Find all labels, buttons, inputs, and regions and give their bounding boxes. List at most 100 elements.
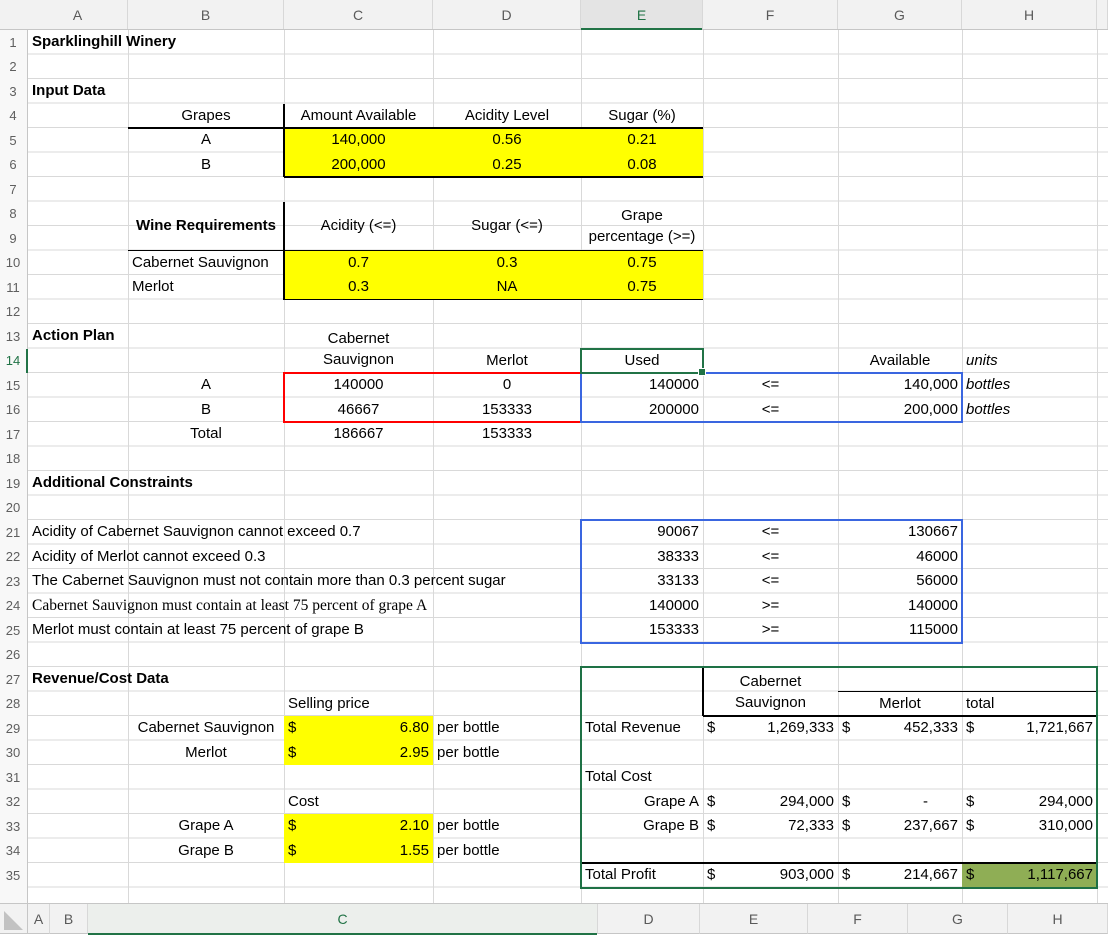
cell-E29[interactable]: Total Revenue	[581, 716, 703, 741]
cell-E16[interactable]: 200000	[581, 398, 703, 423]
cell-D16[interactable]: 153333	[433, 398, 581, 423]
row-header-7[interactable]: 7	[0, 177, 26, 202]
cell-D5[interactable]: 0.56	[433, 128, 581, 153]
cell-C30[interactable]: $2.95	[284, 740, 433, 765]
bottom-column-header-E[interactable]: E	[700, 904, 808, 934]
cell-B33[interactable]: Grape A	[128, 814, 284, 839]
bottom-column-header-G[interactable]: G	[908, 904, 1008, 934]
cell-D17[interactable]: 153333	[433, 422, 581, 447]
cell-A3[interactable]: Input Data	[28, 79, 109, 104]
cell-G33[interactable]: $237,667	[838, 814, 962, 839]
cell-G24[interactable]: 140000	[838, 594, 962, 619]
cell-F23[interactable]: <=	[703, 569, 838, 594]
cell-D33[interactable]: per bottle	[433, 814, 581, 839]
cell-C17[interactable]: 186667	[284, 422, 433, 447]
cell-E4[interactable]: Sugar (%)	[581, 104, 703, 129]
cell-B16[interactable]: B	[128, 398, 284, 423]
row-header-2[interactable]: 2	[0, 55, 26, 80]
row-header-20[interactable]: 20	[0, 496, 26, 521]
cell-B8[interactable]: Wine Requirements	[128, 202, 284, 251]
bottom-column-header-D[interactable]: D	[598, 904, 700, 934]
cell-A22[interactable]: Acidity of Merlot cannot exceed 0.3	[28, 545, 269, 570]
cell-C33[interactable]: $2.10	[284, 814, 433, 839]
cell-F32[interactable]: $294,000	[703, 790, 838, 815]
cell-E24[interactable]: 140000	[581, 594, 703, 619]
cell-A25[interactable]: Merlot must contain at least 75 percent …	[28, 618, 368, 643]
cell-A19[interactable]: Additional Constraints	[28, 471, 197, 496]
cell-B6[interactable]: B	[128, 153, 284, 178]
row-header-18[interactable]: 18	[0, 447, 26, 472]
cell-F35[interactable]: $903,000	[703, 863, 838, 888]
cell-E15[interactable]: 140000	[581, 373, 703, 398]
cell-H35[interactable]: $1,117,667	[962, 863, 1097, 888]
cell-D6[interactable]: 0.25	[433, 152, 581, 177]
row-header-25[interactable]: 25	[0, 618, 26, 643]
row-header-4[interactable]: 4	[0, 104, 26, 129]
row-header-22[interactable]: 22	[0, 545, 26, 570]
cell-C32[interactable]: Cost	[284, 790, 433, 815]
cell-C13[interactable]: Cabernet Sauvignon	[284, 324, 433, 373]
cell-A21[interactable]: Acidity of Cabernet Sauvignon cannot exc…	[28, 520, 365, 545]
row-header-26[interactable]: 26	[0, 643, 26, 668]
cell-G28[interactable]: Merlot	[838, 692, 962, 717]
cell-E32[interactable]: Grape A	[581, 790, 703, 815]
cell-E6[interactable]: 0.08	[581, 152, 703, 177]
row-header-31[interactable]: 31	[0, 765, 26, 790]
cell-F29[interactable]: $1,269,333	[703, 716, 838, 741]
cell-D34[interactable]: per bottle	[433, 839, 581, 864]
row-header-15[interactable]: 15	[0, 373, 26, 398]
cell-B15[interactable]: A	[128, 373, 284, 398]
column-header-C[interactable]: C	[284, 0, 433, 29]
cell-D4[interactable]: Acidity Level	[433, 104, 581, 129]
cell-G25[interactable]: 115000	[838, 618, 962, 643]
row-header-30[interactable]: 30	[0, 741, 26, 766]
cell-A1[interactable]: Sparklinghill Winery	[28, 30, 180, 55]
column-header-E[interactable]: E	[581, 0, 703, 30]
row-header-33[interactable]: 33	[0, 814, 26, 839]
cell-E33[interactable]: Grape B	[581, 814, 703, 839]
row-header-12[interactable]: 12	[0, 300, 26, 325]
cell-F15[interactable]: <=	[703, 373, 838, 398]
cell-F16[interactable]: <=	[703, 398, 838, 423]
cell-E10[interactable]: 0.75	[581, 250, 703, 275]
row-header-35[interactable]: 35	[0, 863, 26, 888]
cell-E25[interactable]: 153333	[581, 618, 703, 643]
cell-G21[interactable]: 130667	[838, 520, 962, 545]
cell-D8[interactable]: Sugar (<=)	[433, 202, 581, 251]
cell-C28[interactable]: Selling price	[284, 692, 433, 717]
cell-C10[interactable]: 0.7	[284, 250, 433, 275]
row-header-24[interactable]: 24	[0, 594, 26, 619]
cell-F27[interactable]: Cabernet Sauvignon	[703, 667, 838, 716]
cell-D15[interactable]: 0	[433, 373, 581, 398]
cell-D11[interactable]: NA	[433, 275, 581, 300]
cell-H16[interactable]: bottles	[962, 398, 1097, 423]
row-header-14[interactable]: 14	[0, 349, 26, 374]
cell-G35[interactable]: $214,667	[838, 863, 962, 888]
row-header-10[interactable]: 10	[0, 251, 26, 276]
row-header-28[interactable]: 28	[0, 692, 26, 717]
cell-B10[interactable]: Cabernet Sauvignon	[128, 251, 284, 276]
row-header-17[interactable]: 17	[0, 422, 26, 447]
cell-C15[interactable]: 140000	[284, 373, 433, 398]
cell-H32[interactable]: $294,000	[962, 790, 1097, 815]
cell-F24[interactable]: >=	[703, 594, 838, 619]
bottom-column-header-B[interactable]: B	[50, 904, 88, 934]
row-header-16[interactable]: 16	[0, 398, 26, 423]
row-header-8[interactable]: 8	[0, 202, 26, 227]
column-header-B[interactable]: B	[128, 0, 284, 29]
cell-D10[interactable]: 0.3	[433, 250, 581, 275]
column-header-D[interactable]: D	[433, 0, 581, 29]
row-header-29[interactable]: 29	[0, 716, 26, 741]
cell-G14[interactable]: Available	[838, 349, 962, 374]
row-header-9[interactable]: 9	[0, 226, 26, 251]
cell-G22[interactable]: 46000	[838, 545, 962, 570]
cell-E23[interactable]: 33133	[581, 569, 703, 594]
row-header-11[interactable]: 11	[0, 275, 26, 300]
cell-G23[interactable]: 56000	[838, 569, 962, 594]
cell-H15[interactable]: bottles	[962, 373, 1097, 398]
row-header-5[interactable]: 5	[0, 128, 26, 153]
row-header-3[interactable]: 3	[0, 79, 26, 104]
cell-C4[interactable]: Amount Available	[284, 104, 433, 129]
cell-F22[interactable]: <=	[703, 545, 838, 570]
cell-E21[interactable]: 90067	[581, 520, 703, 545]
